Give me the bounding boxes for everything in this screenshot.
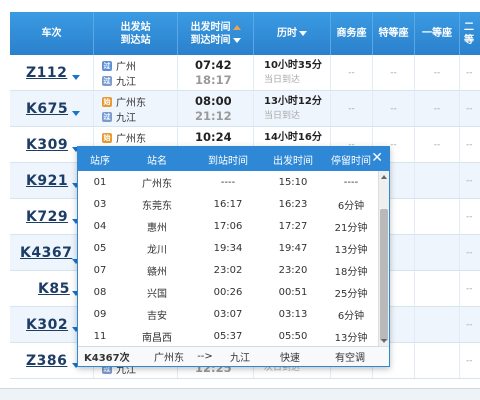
header-business: 商务座 bbox=[331, 12, 373, 55]
header-second-label: 二等 bbox=[464, 21, 474, 46]
pass-station-icon: 过 bbox=[102, 75, 112, 86]
popup-ac: 有空调 bbox=[335, 353, 365, 364]
list-item: 07 赣州 23:02 23:20 18分钟 bbox=[93, 264, 368, 278]
list-item: 11 南昌西 05:37 05:50 13分钟 bbox=[93, 330, 368, 344]
second-seat: -- bbox=[466, 211, 473, 222]
train-number-link[interactable]: K85 bbox=[38, 281, 70, 297]
first-seat: -- bbox=[415, 55, 460, 90]
start-station-icon: 始 bbox=[102, 96, 112, 107]
pass-station-icon: 过 bbox=[102, 111, 112, 122]
second-seat: -- bbox=[466, 319, 473, 330]
duration: 10小时35分 bbox=[264, 60, 322, 71]
header-from-station: 出发站 bbox=[120, 21, 151, 33]
table-header: 车次 出发站 到达站 出发时间 到达时间 历时 商务座 特等座 一等座 二等 bbox=[10, 12, 480, 55]
special-seat: -- bbox=[373, 91, 415, 126]
header-second: 二等 bbox=[460, 12, 480, 55]
scroll-thumb[interactable] bbox=[380, 209, 388, 341]
list-item: 03 东莞东 16:17 16:23 6分钟 bbox=[93, 198, 365, 212]
bottom-bar bbox=[0, 388, 480, 400]
arrival-day: 当日到达 bbox=[264, 111, 301, 121]
popup-arrow: --> bbox=[197, 351, 213, 362]
train-number-link[interactable]: Z112 bbox=[26, 65, 67, 81]
expand-stops-icon[interactable] bbox=[72, 75, 80, 80]
start-station-icon: 始 bbox=[102, 132, 112, 143]
business-seat: -- bbox=[331, 91, 373, 126]
header-arr-time: 到达时间 bbox=[190, 34, 231, 46]
table-row[interactable]: K675 始广州东 过九江 08:00 21:12 13小时12分 当日到达 -- … bbox=[10, 91, 480, 127]
sort-down-icon bbox=[232, 37, 241, 43]
duration: 14小时16分 bbox=[264, 132, 322, 143]
second-seat: -- bbox=[466, 139, 473, 150]
duration: 13小时12分 bbox=[264, 96, 322, 107]
header-station: 出发站 到达站 bbox=[94, 12, 178, 55]
departure-time: 10:24 bbox=[195, 130, 232, 144]
header-train: 车次 bbox=[10, 12, 94, 55]
train-number-link[interactable]: K302 bbox=[26, 317, 68, 333]
train-number-link[interactable]: K309 bbox=[26, 137, 68, 153]
second-seat: -- bbox=[466, 103, 473, 114]
departure-time: 07:42 bbox=[195, 58, 232, 72]
departure-time: 08:00 bbox=[195, 94, 232, 108]
to-station: 九江 bbox=[116, 113, 136, 124]
popup-train-type: 快速 bbox=[280, 353, 300, 364]
expand-stops-icon[interactable] bbox=[72, 111, 80, 116]
header-business-label: 商务座 bbox=[336, 28, 367, 39]
list-item: 08 兴国 00:26 00:51 25分钟 bbox=[93, 286, 368, 300]
header-first-label: 一等座 bbox=[422, 28, 452, 39]
popup-footer: K4367次 广州东 --> 九江 快速 有空调 bbox=[78, 346, 389, 366]
first-seat: -- bbox=[415, 91, 460, 126]
arrival-time: 21:12 bbox=[195, 109, 232, 123]
header-first: 一等座 bbox=[415, 12, 460, 55]
popup-train-number: K4367次 bbox=[84, 353, 130, 364]
from-station: 广州东 bbox=[116, 98, 146, 109]
first-seat: -- bbox=[415, 127, 460, 162]
popup-col-station: 站名 bbox=[147, 155, 167, 167]
stops-popup: 站序 站名 到站时间 出发时间 停留时间 ✕ 01 广州东 ---- 15:10 ---… bbox=[77, 146, 390, 367]
arrival-day: 当日到达 bbox=[264, 75, 301, 85]
second-seat: -- bbox=[466, 283, 473, 294]
popup-col-arrive: 到站时间 bbox=[208, 155, 248, 167]
popup-to-station: 九江 bbox=[230, 353, 250, 364]
arrival-time: 18:17 bbox=[195, 73, 232, 87]
second-seat: -- bbox=[466, 175, 473, 186]
list-item: 04 惠州 17:06 17:27 21分钟 bbox=[93, 220, 368, 234]
train-number-link[interactable]: Z386 bbox=[26, 353, 67, 369]
header-time-sort[interactable]: 出发时间 到达时间 bbox=[178, 12, 254, 55]
second-seat: -- bbox=[466, 355, 473, 366]
popup-from-station: 广州东 bbox=[154, 353, 184, 364]
to-station: 九江 bbox=[116, 77, 136, 88]
train-number-link[interactable]: K921 bbox=[26, 173, 68, 189]
header-train-label: 车次 bbox=[41, 28, 62, 39]
train-number-link[interactable]: K4367 bbox=[20, 245, 72, 261]
special-seat: -- bbox=[373, 55, 415, 90]
list-item: 01 广州东 ---- 15:10 ---- bbox=[93, 176, 359, 190]
list-item: 05 龙川 19:34 19:47 13分钟 bbox=[93, 242, 368, 256]
popup-col-seq: 站序 bbox=[90, 155, 110, 167]
popup-scrollbar[interactable] bbox=[378, 171, 389, 347]
sort-up-icon bbox=[232, 24, 241, 30]
header-to-station: 到达站 bbox=[120, 34, 151, 46]
scroll-up-icon[interactable] bbox=[381, 175, 387, 179]
train-number-link[interactable]: K729 bbox=[26, 209, 68, 225]
header-special-label: 特等座 bbox=[378, 28, 409, 39]
scroll-down-icon[interactable] bbox=[381, 339, 387, 343]
second-seat: -- bbox=[466, 67, 473, 78]
popup-header: 站序 站名 到站时间 出发时间 停留时间 ✕ bbox=[78, 147, 389, 171]
sort-down-icon bbox=[299, 31, 307, 36]
train-number-link[interactable]: K675 bbox=[26, 101, 68, 117]
second-seat: -- bbox=[466, 247, 473, 258]
pass-station-icon: 过 bbox=[102, 60, 112, 71]
business-seat: -- bbox=[331, 55, 373, 90]
header-dep-time: 出发时间 bbox=[190, 21, 231, 33]
header-duration: 历时 bbox=[277, 28, 297, 39]
close-icon[interactable]: ✕ bbox=[371, 150, 383, 166]
header-special: 特等座 bbox=[373, 12, 415, 55]
table-row[interactable]: Z112 过广州 过九江 07:42 18:17 10小时35分 当日到达 -- -… bbox=[10, 55, 480, 91]
from-station: 广州 bbox=[116, 62, 136, 73]
stops-list: 01 广州东 ---- 15:10 ---- 03 东莞东 16:17 16:23 6分钟 04… bbox=[78, 171, 380, 347]
from-station: 广州东 bbox=[116, 134, 146, 145]
list-item: 09 吉安 03:07 03:13 6分钟 bbox=[93, 308, 365, 322]
header-duration-sort[interactable]: 历时 bbox=[254, 12, 331, 55]
popup-col-depart: 出发时间 bbox=[273, 155, 313, 167]
